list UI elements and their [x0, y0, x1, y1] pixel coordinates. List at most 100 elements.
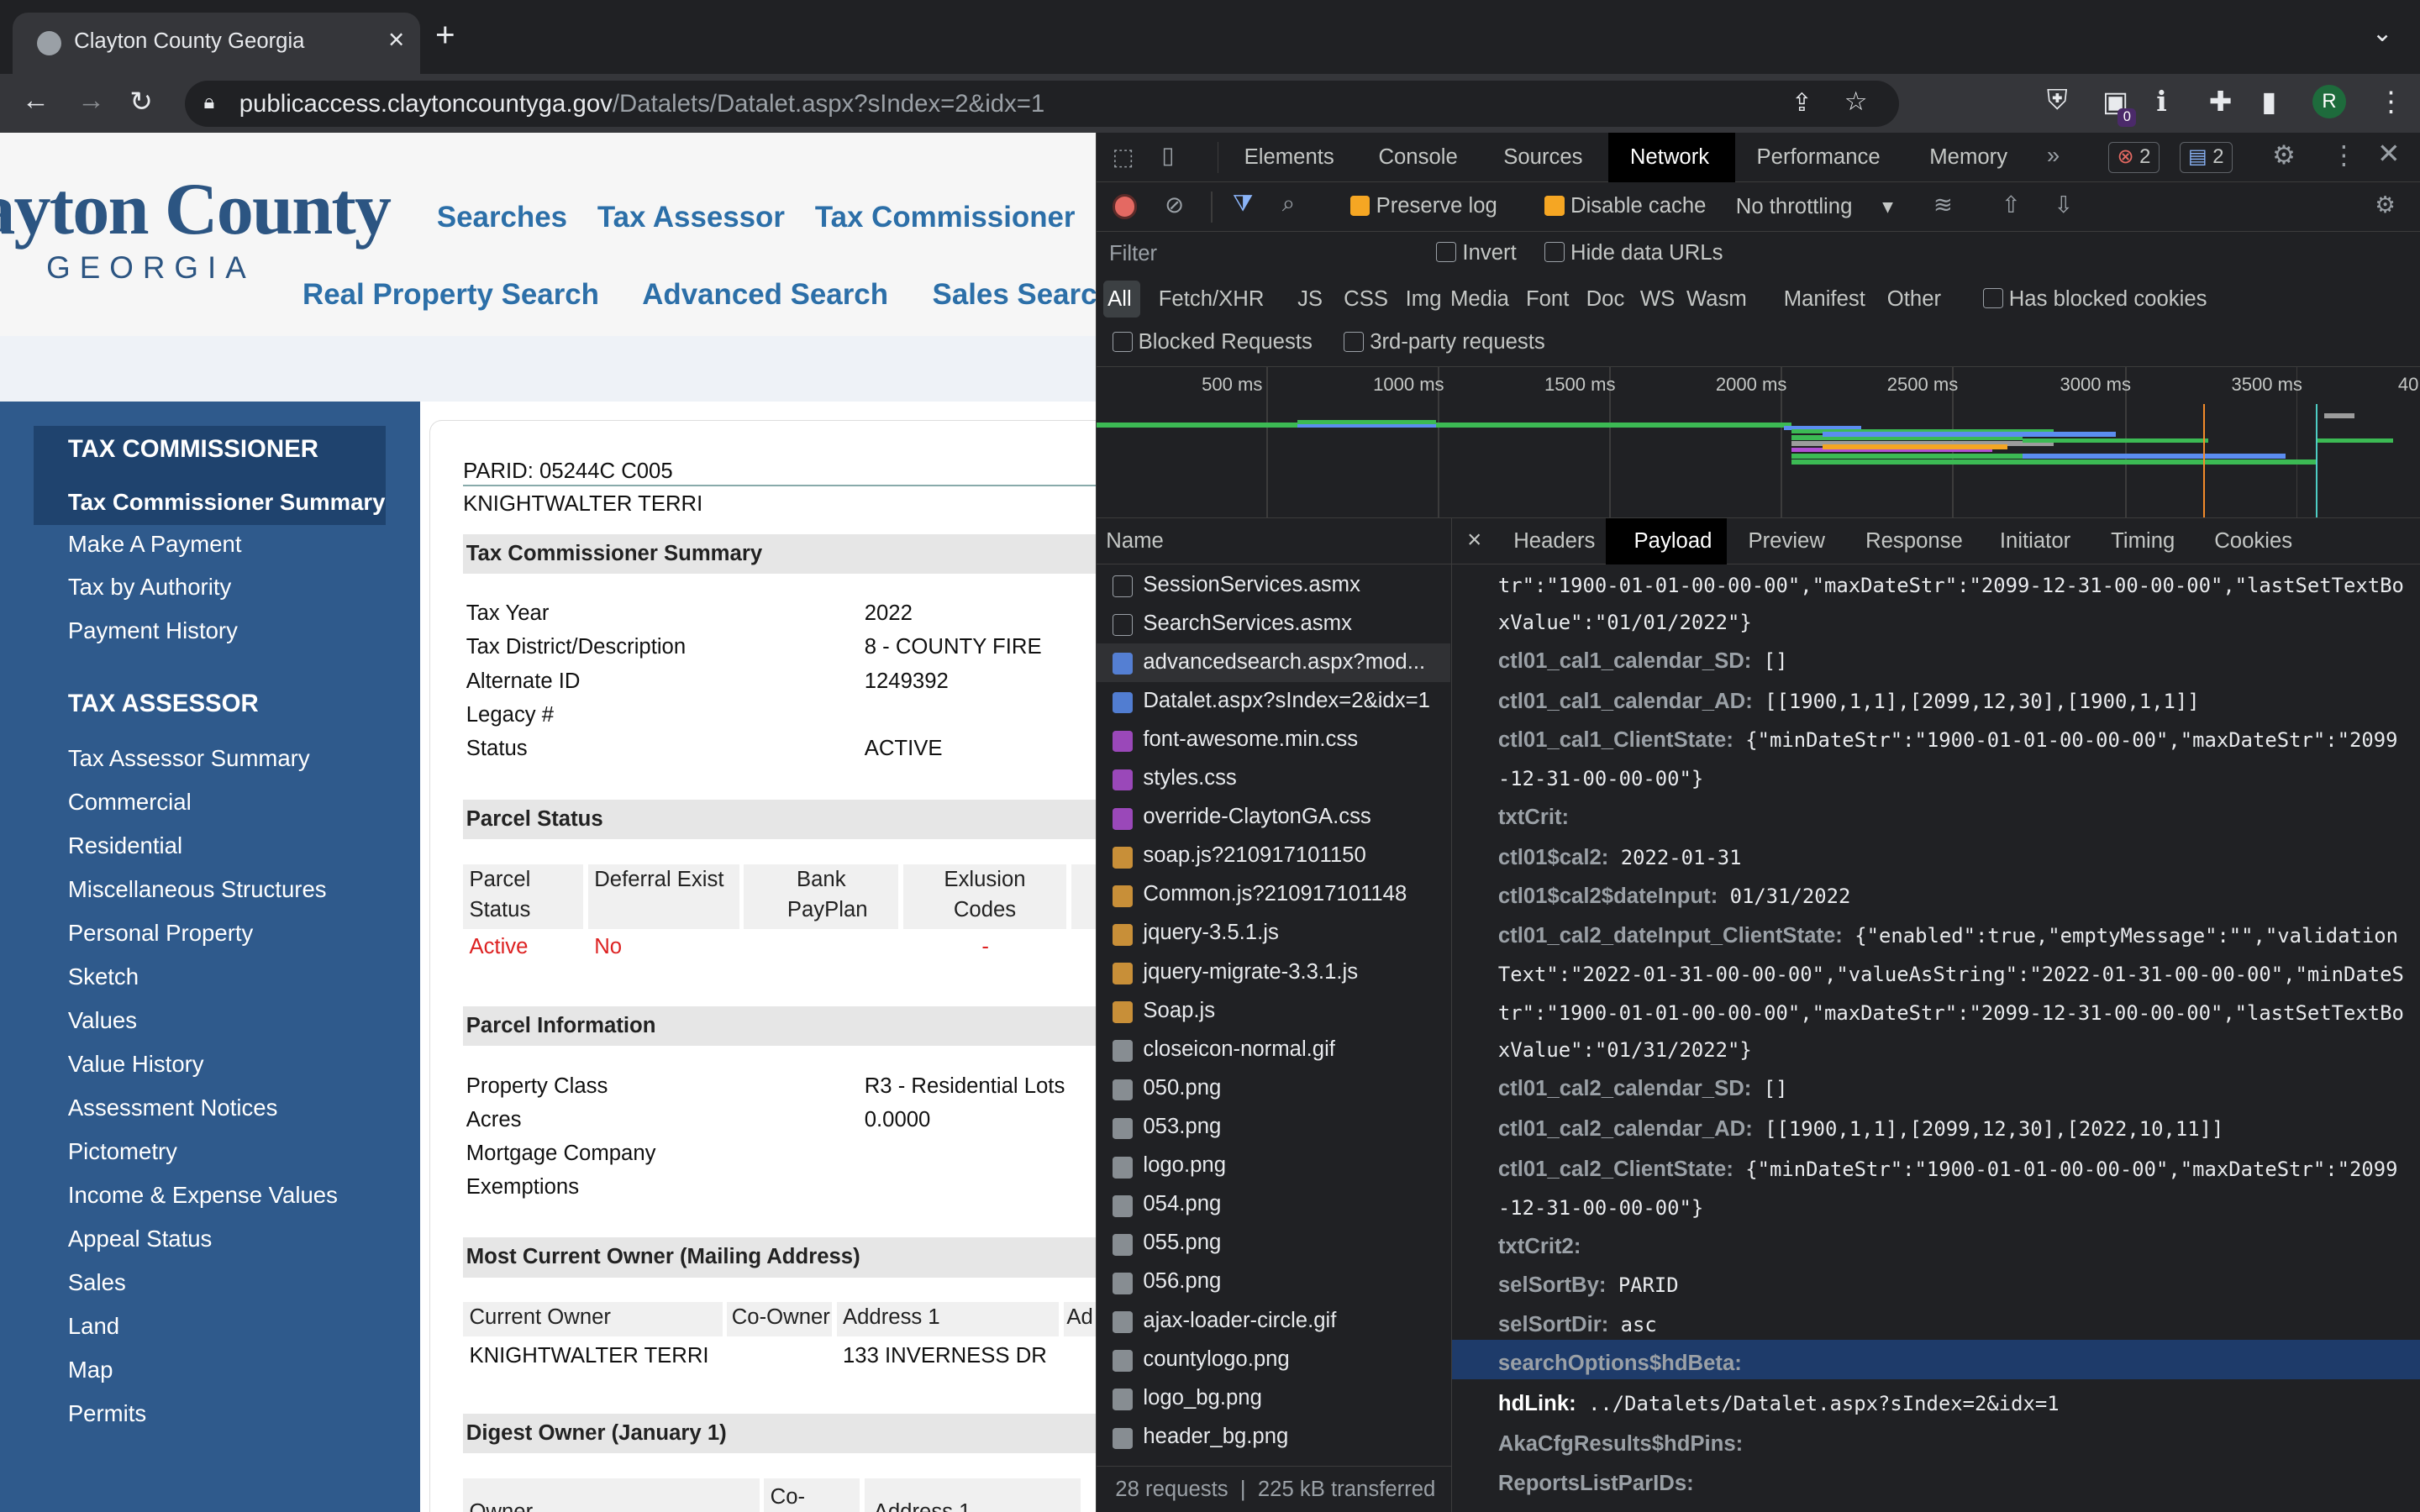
request-name[interactable]: advancedsearch.aspx?mod... — [1143, 650, 1425, 674]
request-name[interactable]: Soap.js — [1143, 999, 1215, 1022]
request-row[interactable]: logo_bg.png — [1097, 1379, 1450, 1418]
export-har-icon[interactable]: ⇩ — [2054, 192, 2073, 218]
payload-row[interactable]: txtCrit2: — [1498, 1235, 1581, 1259]
payload-row[interactable]: AkaCfgResults$hdPins: — [1498, 1432, 1743, 1457]
record-icon[interactable] — [1112, 194, 1138, 219]
request-row[interactable]: Datalet.aspx?sIndex=2&idx=1 — [1097, 682, 1450, 721]
disable-cache-checkbox[interactable]: Disable cache — [1544, 194, 1706, 218]
payload-row[interactable]: ctl01_cal1_calendar_SD: [] — [1498, 649, 1788, 674]
request-row[interactable]: soap.js?210917101150 — [1097, 837, 1450, 876]
devtools-tab-memory[interactable]: Memory — [1929, 145, 2007, 170]
request-row[interactable]: Soap.js — [1097, 992, 1450, 1031]
nav-tax-assessor[interactable]: Tax Assessor — [597, 201, 785, 234]
sidebar-item[interactable]: Value History — [68, 1051, 204, 1078]
message-count-badge[interactable]: ▤ 2 — [2179, 142, 2233, 173]
tab-search-icon[interactable]: ⌄ — [2372, 18, 2393, 48]
request-name[interactable]: logo_bg.png — [1143, 1386, 1262, 1410]
type-filter-css[interactable]: CSS — [1344, 287, 1388, 312]
sidebar-item[interactable]: Permits — [68, 1400, 146, 1427]
blocked-cookies-checkbox[interactable]: Has blocked cookies — [1982, 287, 2207, 312]
payload-row[interactable]: ReportsListParIDs: — [1498, 1472, 1694, 1496]
bookmark-star-icon[interactable]: ☆ — [1844, 87, 1868, 117]
sidebar-item[interactable]: Income & Expense Values — [68, 1182, 338, 1209]
type-filter-js[interactable]: JS — [1297, 287, 1323, 312]
payload-row[interactable]: selSortBy: PARID — [1498, 1273, 1679, 1298]
request-row[interactable]: ajax-loader-circle.gif — [1097, 1302, 1450, 1341]
share-icon[interactable]: ⇪ — [1791, 88, 1812, 118]
request-name[interactable]: 055.png — [1143, 1231, 1221, 1254]
sidepanel-icon[interactable]: ▮ — [2261, 85, 2276, 118]
sidebar-item[interactable]: Land — [68, 1313, 119, 1340]
request-row[interactable]: 054.png — [1097, 1186, 1450, 1225]
request-row[interactable]: SearchServices.asmx — [1097, 605, 1450, 643]
request-name[interactable]: 053.png — [1143, 1115, 1221, 1138]
request-name[interactable]: Common.js?210917101148 — [1143, 882, 1407, 906]
sidebar-item[interactable]: Residential — [68, 832, 182, 859]
site-logo[interactable]: ayton County — [0, 166, 392, 252]
request-name[interactable]: Datalet.aspx?sIndex=2&idx=1 — [1143, 689, 1430, 712]
sidebar-item[interactable]: Personal Property — [68, 920, 253, 947]
devtools-close-icon[interactable]: ✕ — [2377, 137, 2401, 171]
sidebar-item[interactable]: Tax Assessor Summary — [68, 745, 310, 772]
nav-advanced-search[interactable]: Advanced Search — [642, 278, 888, 312]
type-filter-other[interactable]: Other — [1887, 287, 1941, 312]
browser-tab[interactable]: Clayton County Georgia × — [12, 12, 420, 75]
type-filter-media[interactable]: Media — [1450, 287, 1509, 312]
request-row[interactable]: styles.css — [1097, 760, 1450, 799]
devtools-tab-console[interactable]: Console — [1378, 145, 1457, 170]
request-name[interactable]: font-awesome.min.css — [1143, 727, 1358, 751]
payload-row[interactable]: searchOptions$hdBeta: — [1498, 1352, 1742, 1376]
request-name[interactable]: 050.png — [1143, 1076, 1221, 1100]
request-row[interactable]: closeicon-normal.gif — [1097, 1031, 1450, 1069]
filter-input[interactable]: Filter — [1109, 242, 1157, 266]
detail-tab-cookies[interactable]: Cookies — [2214, 529, 2292, 554]
sidebar-item[interactable]: Sales — [68, 1269, 126, 1296]
request-name[interactable]: logo.png — [1143, 1153, 1226, 1177]
new-tab-button[interactable]: + — [435, 15, 455, 55]
close-tab-icon[interactable]: × — [388, 24, 404, 56]
sidebar-item-tax-commissioner-summary[interactable]: Tax Commissioner Summary — [68, 489, 386, 516]
payload-row[interactable]: ctl01_cal1_ClientState: {"minDateStr":"1… — [1498, 728, 2398, 753]
request-row[interactable]: Common.js?210917101148 — [1097, 876, 1450, 915]
request-row[interactable]: override-ClaytonGA.css — [1097, 799, 1450, 837]
type-filter-manifest[interactable]: Manifest — [1784, 287, 1865, 312]
detail-tab-payload[interactable]: Payload — [1634, 529, 1712, 554]
filter-icon[interactable]: ⧩ — [1233, 190, 1254, 218]
request-name[interactable]: override-ClaytonGA.css — [1143, 805, 1370, 828]
back-icon[interactable]: ← — [22, 85, 50, 117]
request-row[interactable]: header_bg.png — [1097, 1419, 1450, 1457]
network-conditions-icon[interactable]: ≋ — [1933, 192, 1953, 218]
payload-row[interactable]: ctl01$cal2: 2022-01-31 — [1498, 846, 1742, 870]
menu-icon[interactable]: ⋮ — [2377, 85, 2405, 118]
request-name[interactable]: styles.css — [1143, 766, 1236, 790]
import-har-icon[interactable]: ⇧ — [2002, 192, 2021, 218]
payload-row[interactable]: ctl01_cal2_calendar_SD: [] — [1498, 1077, 1788, 1101]
request-row[interactable]: 056.png — [1097, 1263, 1450, 1302]
sidebar-item[interactable]: Pictometry — [68, 1138, 177, 1165]
forward-icon[interactable]: → — [77, 85, 105, 117]
nav-searches[interactable]: Searches — [437, 201, 567, 234]
request-name[interactable]: jquery-migrate-3.3.1.js — [1143, 960, 1358, 984]
request-row[interactable]: 053.png — [1097, 1109, 1450, 1147]
type-filter-img[interactable]: Img — [1406, 287, 1442, 312]
type-filter-font[interactable]: Font — [1526, 287, 1569, 312]
request-row[interactable]: SessionServices.asmx — [1097, 566, 1450, 605]
sidebar-item[interactable]: Commercial — [68, 789, 192, 816]
request-row[interactable]: countylogo.png — [1097, 1341, 1450, 1379]
payload-row[interactable]: ctl01$cal2$dateInput: 01/31/2022 — [1498, 885, 1851, 909]
devtools-tab-sources[interactable]: Sources — [1503, 145, 1582, 170]
nav-tax-commissioner[interactable]: Tax Commissioner — [815, 201, 1076, 234]
request-name[interactable]: jquery-3.5.1.js — [1143, 921, 1278, 944]
request-name[interactable]: header_bg.png — [1143, 1425, 1288, 1448]
puzzle-icon[interactable]: ✚ — [2209, 85, 2233, 118]
request-row[interactable]: font-awesome.min.css — [1097, 722, 1450, 760]
request-row[interactable]: 055.png — [1097, 1225, 1450, 1263]
close-detail-icon[interactable]: × — [1467, 526, 1481, 554]
payload-row[interactable]: ctl01_cal1_calendar_AD: [[1900,1,1],[209… — [1498, 690, 2200, 714]
inspect-icon[interactable]: ⬚ — [1113, 144, 1134, 171]
reload-icon[interactable]: ↻ — [129, 85, 153, 118]
sidebar-item[interactable]: Appeal Status — [68, 1226, 213, 1252]
request-name[interactable]: 054.png — [1143, 1192, 1221, 1215]
ublock-icon[interactable]: ⛨ — [2047, 85, 2068, 117]
more-tabs-icon[interactable]: » — [2047, 142, 2060, 169]
